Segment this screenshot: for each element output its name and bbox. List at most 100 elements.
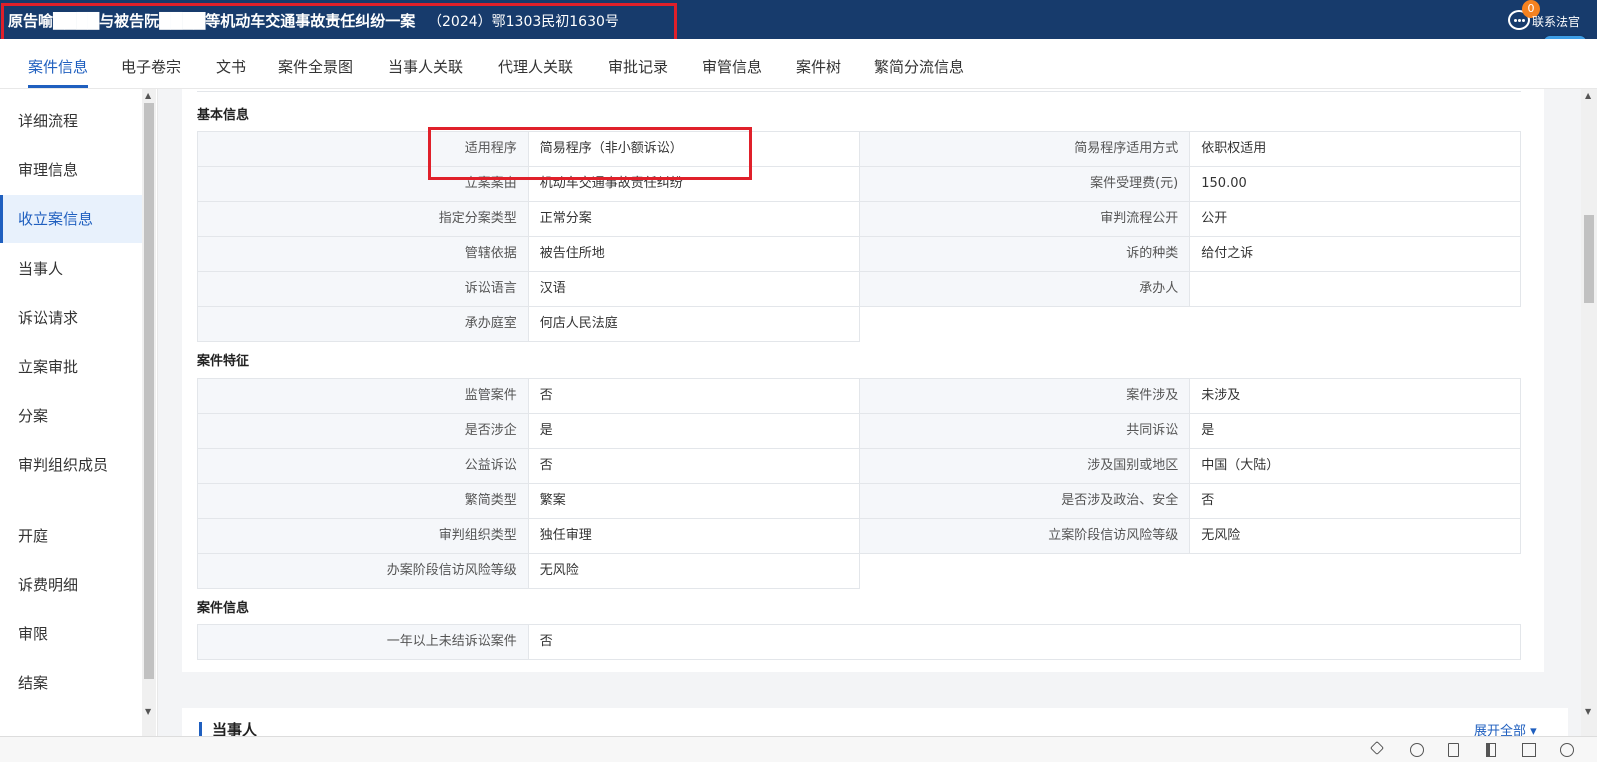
field-label: 审判流程公开 <box>859 202 1191 237</box>
table-row: 指定分案类型 正常分案 审判流程公开 公开 <box>198 202 1521 237</box>
rocket-icon[interactable] <box>1369 740 1385 756</box>
field-label: 是否涉企 <box>198 414 529 449</box>
field-value: 是 <box>1190 414 1521 449</box>
window-icon[interactable] <box>1522 743 1536 757</box>
field-label: 承办人 <box>859 272 1191 307</box>
field-value: 何店人民法庭 <box>528 307 860 342</box>
sidebar-item-hearing[interactable]: 开庭 <box>0 525 142 547</box>
table-row: 管辖依据 被告住所地 诉的种类 给付之诉 <box>198 237 1521 272</box>
field-label: 管辖依据 <box>198 237 529 272</box>
caseinfo-table: 一年以上未结诉讼案件 否 <box>197 624 1521 660</box>
field-value: 汉语 <box>528 272 860 307</box>
field-label: 诉的种类 <box>859 237 1191 272</box>
field-label: 简易程序适用方式 <box>859 132 1191 167</box>
sidebar-item-detailed-process[interactable]: 详细流程 <box>0 110 142 132</box>
sidebar-item-time-limit[interactable]: 审限 <box>0 623 142 645</box>
trash-icon[interactable] <box>1448 743 1459 757</box>
field-label: 共同诉讼 <box>859 414 1191 449</box>
sidebar-item-tribunal-members[interactable]: 审判组织成员 <box>0 454 120 476</box>
field-value: 独任审理 <box>528 519 860 554</box>
tab-case-panorama[interactable]: 案件全景图 <box>278 56 353 77</box>
highlight-box-procedure <box>428 127 752 180</box>
table-row: 诉讼语言 汉语 承办人 <box>198 272 1521 307</box>
sidebar-item-filing-approval[interactable]: 立案审批 <box>0 356 142 378</box>
field-value: 无风险 <box>1190 519 1521 554</box>
field-label: 繁简类型 <box>198 484 529 519</box>
field-label: 立案阶段信访风险等级 <box>859 519 1191 554</box>
table-row: 公益诉讼 否 涉及国别或地区 中国（大陆） <box>198 449 1521 484</box>
scroll-up-icon[interactable]: ▲ <box>1585 91 1591 100</box>
field-value: 150.00 <box>1190 167 1521 202</box>
table-row: 审判组织类型 独任审理 立案阶段信访风险等级 无风险 <box>198 519 1521 554</box>
sidebar-item-parties[interactable]: 当事人 <box>0 258 142 280</box>
field-value: 被告住所地 <box>528 237 860 272</box>
table-row: 适用程序 简易程序（非小额诉讼） 简易程序适用方式 依职权适用 <box>198 132 1521 167</box>
field-value: 中国（大陆） <box>1190 449 1521 484</box>
tab-trial-management[interactable]: 审管信息 <box>702 56 762 77</box>
tab-case-info[interactable]: 案件信息 <box>28 56 89 88</box>
field-value: 否 <box>528 449 860 484</box>
field-label: 案件受理费(元) <box>859 167 1191 202</box>
tab-approval-records[interactable]: 审批记录 <box>608 56 668 77</box>
field-value <box>1190 272 1521 307</box>
field-value: 否 <box>1190 484 1521 519</box>
field-value: 依职权适用 <box>1190 132 1521 167</box>
sidebar: 详细流程 审理信息 收立案信息 当事人 诉讼请求 立案审批 分案 审判组织成员 … <box>0 89 158 736</box>
contact-judge-button[interactable]: 0 联系法官 <box>1508 0 1588 34</box>
sidebar-scroll-thumb[interactable] <box>144 103 154 679</box>
field-value: 给付之诉 <box>1190 237 1521 272</box>
sidebar-item-claims[interactable]: 诉讼请求 <box>0 307 142 329</box>
section-title-caseinfo: 案件信息 <box>197 601 250 616</box>
table-row: 繁简类型 繁案 是否涉及政治、安全 否 <box>198 484 1521 519</box>
tab-triage-info[interactable]: 繁简分流信息 <box>874 56 964 77</box>
main-scroll-thumb[interactable] <box>1584 215 1594 303</box>
field-label: 案件涉及 <box>859 379 1191 414</box>
tab-agent-relations[interactable]: 代理人关联 <box>498 56 573 77</box>
field-value: 否 <box>528 625 1521 660</box>
features-table: 监管案件 否 案件涉及 未涉及 是否涉企 是 共同诉讼 是 公益诉讼 否 涉及国… <box>197 378 1521 589</box>
sidebar-item-trial-info[interactable]: 审理信息 <box>0 159 142 181</box>
main-scrollbar[interactable]: ▲ ▼ <box>1581 89 1597 736</box>
speaker-icon[interactable] <box>1486 743 1496 757</box>
field-label: 诉讼语言 <box>198 272 529 307</box>
field-label: 承办庭室 <box>198 307 529 342</box>
tab-case-tree[interactable]: 案件树 <box>796 56 841 77</box>
table-row: 承办庭室 何店人民法庭 <box>198 307 1521 342</box>
tab-bar: 案件信息 电子卷宗 文书 案件全景图 当事人关联 代理人关联 审批记录 审管信息… <box>0 39 1597 89</box>
sidebar-item-filing-info[interactable]: 收立案信息 <box>0 195 142 243</box>
field-label: 公益诉讼 <box>198 449 529 484</box>
field-value: 正常分案 <box>528 202 860 237</box>
section-title-features: 案件特征 <box>197 354 250 369</box>
table-row: 一年以上未结诉讼案件 否 <box>198 625 1521 660</box>
field-value: 未涉及 <box>1190 379 1521 414</box>
field-value: 公开 <box>1190 202 1521 237</box>
field-label: 指定分案类型 <box>198 202 529 237</box>
status-bar <box>0 736 1597 762</box>
table-row: 是否涉企 是 共同诉讼 是 <box>198 414 1521 449</box>
scroll-down-icon[interactable]: ▼ <box>145 707 151 716</box>
field-value: 是 <box>528 414 860 449</box>
field-label: 审判组织类型 <box>198 519 529 554</box>
field-label: 涉及国别或地区 <box>859 449 1191 484</box>
previous-section-edge <box>197 89 1521 92</box>
sidebar-scrollbar[interactable]: ▲ ▼ <box>142 89 156 736</box>
refresh-icon[interactable] <box>1410 743 1424 757</box>
tab-party-relations[interactable]: 当事人关联 <box>388 56 463 77</box>
sidebar-item-case-closing[interactable]: 结案 <box>0 672 142 694</box>
field-label: 一年以上未结诉讼案件 <box>198 625 529 660</box>
section-title-basic: 基本信息 <box>197 108 250 123</box>
scroll-down-icon[interactable]: ▼ <box>1585 707 1591 716</box>
sidebar-item-fee-details[interactable]: 诉费明细 <box>0 574 142 596</box>
search-icon[interactable] <box>1560 743 1574 757</box>
table-row: 立案案由 机动车交通事故责任纠纷 案件受理费(元) 150.00 <box>198 167 1521 202</box>
basic-info-table: 适用程序 简易程序（非小额诉讼） 简易程序适用方式 依职权适用 立案案由 机动车… <box>197 131 1521 342</box>
sidebar-item-assignment[interactable]: 分案 <box>0 405 142 427</box>
party-section-card: 当事人 展开全部 ▾ <box>182 708 1568 739</box>
tab-e-dossier[interactable]: 电子卷宗 <box>121 56 181 77</box>
scroll-up-icon[interactable]: ▲ <box>145 91 151 100</box>
tab-documents[interactable]: 文书 <box>216 56 246 77</box>
contact-judge-label: 联系法官 <box>1532 15 1581 29</box>
field-value: 繁案 <box>528 484 860 519</box>
field-label: 办案阶段信访风险等级 <box>198 554 529 589</box>
table-row: 办案阶段信访风险等级 无风险 <box>198 554 1521 589</box>
